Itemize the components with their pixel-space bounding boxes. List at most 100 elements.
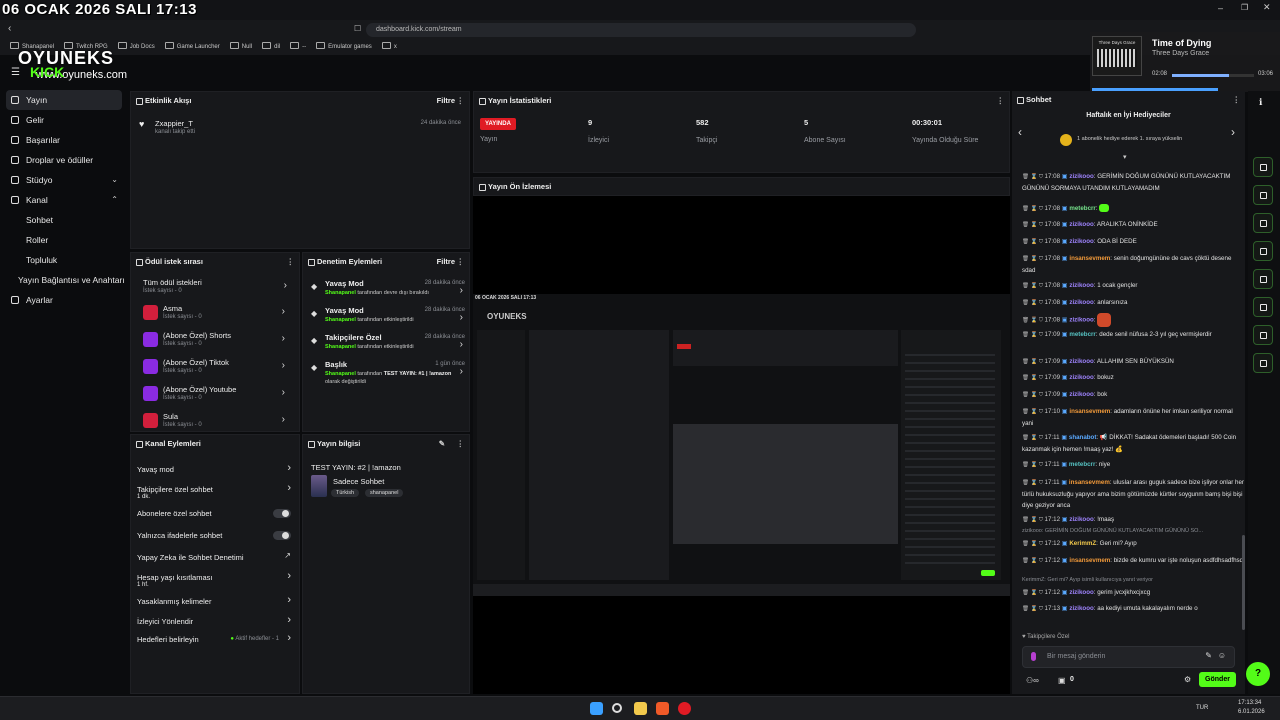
channel-action-row[interactable]: Yasaklanmış kelimeler › [131, 594, 299, 613]
minimize-icon[interactable]: – [1218, 3, 1223, 13]
channel-action-row[interactable]: İzleyici Yönlendir › [131, 614, 299, 633]
sidebar-item[interactable]: Kanal ⌃ [0, 190, 128, 210]
rail-button-3[interactable] [1253, 213, 1273, 233]
mod-tools-icon[interactable]: 🗑 ⌛ ⛉ [1022, 206, 1045, 212]
brave-icon[interactable] [656, 702, 669, 715]
message-user[interactable]: zizikooo [1069, 282, 1093, 289]
sidebar-item[interactable]: Droplar ve ödüller [0, 150, 128, 170]
sidebar-item[interactable]: Yayın Bağlantısı ve Anahtarı [0, 270, 128, 290]
message-user[interactable]: insansevmem [1069, 255, 1110, 262]
rail-button-5[interactable] [1253, 269, 1273, 289]
chat-message[interactable]: 🗑 ⌛ ⛉ 17:08 ▣ zizikooo: 1 ocak gençler [1022, 280, 1244, 292]
chat-message[interactable]: 🗑 ⌛ ⛉ 17:08 ▣ zizikooo: ARALIKTA ONİNKİD… [1022, 219, 1244, 231]
chat-message[interactable]: 🗑 ⌛ ⛉ 17:08 ▣ insansevmem: senin doğumgü… [1022, 253, 1244, 276]
mod-tools-icon[interactable]: 🗑 ⌛ ⛉ [1022, 239, 1045, 245]
clock-date[interactable]: 6.01.2026 [1238, 709, 1265, 715]
chat-message[interactable]: 🗑 ⌛ ⛉ 17:09 ▣ zizikooo: ALLAHIM SEN BÜYÜ… [1022, 356, 1244, 368]
stream-preview[interactable]: 06 OCAK 2026 SALI 17:13 OYUNEKS [473, 196, 1010, 694]
back-icon[interactable]: ‹ [8, 23, 11, 34]
mod-tools-icon[interactable]: 🗑 ⌛ ⛉ [1022, 541, 1045, 547]
info-icon[interactable]: ℹ [1259, 97, 1262, 108]
mod-tools-icon[interactable]: 🗑 ⌛ ⛉ [1022, 409, 1045, 415]
mod-tools-icon[interactable]: 🗑 ⌛ ⛉ [1022, 359, 1045, 365]
chevron-right-icon[interactable]: › [287, 594, 291, 606]
tag-1[interactable]: Türkish [331, 489, 360, 497]
opera-icon[interactable] [678, 702, 691, 715]
external-link-icon[interactable]: ↗ [284, 551, 291, 560]
chat-message[interactable]: 🗑 ⌛ ⛉ 17:08 ▣ zizikooo: ODA Bİ DEDE [1022, 236, 1244, 248]
chat-message[interactable]: 🗑 ⌛ ⛉ 17:08 ▣ zizikooo: GERİMİN DOĞUM GÜ… [1022, 171, 1244, 194]
tag-2[interactable]: shanapanel [365, 489, 404, 497]
mod-tools-icon[interactable]: 🗑 ⌛ ⛉ [1022, 517, 1045, 523]
mod-tools-icon[interactable]: 🗑 ⌛ ⛉ [1022, 558, 1045, 564]
toggle-switch[interactable] [273, 531, 291, 540]
maximize-icon[interactable]: ❐ [1241, 3, 1248, 12]
chat-message[interactable]: 🗑 ⌛ ⛉ 17:09 ▣ metebcrr: dede senil nüfus… [1022, 329, 1244, 341]
message-user[interactable]: zizikooo [1069, 221, 1093, 228]
chat-message[interactable]: 🗑 ⌛ ⛉ 17:09 ▣ zizikooo: bok [1022, 389, 1244, 401]
sidebar-item[interactable]: Stüdyo ⌄ [0, 170, 128, 190]
mod-tools-icon[interactable]: 🗑 ⌛ ⛉ [1022, 435, 1045, 441]
moderation-filter-button[interactable]: Filtre [437, 253, 455, 271]
sidebar-item[interactable]: Sohbet [0, 210, 128, 230]
moderation-actor[interactable]: Shanapanel [325, 371, 356, 377]
message-user[interactable]: metebcrr [1069, 461, 1095, 468]
message-user[interactable]: metebcrr [1069, 331, 1095, 338]
chevron-right-icon[interactable]: › [460, 339, 463, 350]
kick-logo[interactable]: KICK [30, 64, 64, 80]
sidebar-item[interactable]: Gelir [0, 110, 128, 130]
message-user[interactable]: zizikooo [1069, 605, 1093, 612]
language-indicator[interactable]: TUR [1196, 705, 1208, 711]
bookmark-item[interactable]: x [382, 40, 397, 55]
activity-filter-button[interactable]: Filtre [437, 92, 455, 110]
mod-tools-icon[interactable]: 🗑 ⌛ ⛉ [1022, 480, 1045, 486]
rail-button-2[interactable] [1253, 185, 1273, 205]
edit-icon[interactable]: ✎ [439, 435, 445, 453]
chat-message[interactable]: 🗑 ⌛ ⛉ 17:08 ▣ zizikooo: anlarsınıza [1022, 297, 1244, 309]
channel-action-row[interactable]: Hesap yaşı kısıtlaması 1 hf. › [131, 570, 299, 589]
sidebar-item[interactable]: Ayarlar [0, 290, 128, 310]
chat-message[interactable]: 🗑 ⌛ ⛉ 17:10 ▣ insansevmem: adamların önü… [1022, 406, 1244, 429]
reward-row[interactable]: Asma İstek sayısı - 0 › [137, 301, 293, 327]
rail-button-6[interactable] [1253, 297, 1273, 317]
message-user[interactable]: zizikooo [1069, 238, 1093, 245]
chat-settings-icon[interactable]: ⚙ [1184, 675, 1191, 684]
message-user[interactable]: KerimmZ [1069, 540, 1096, 547]
channel-action-row[interactable]: Abonelere özel sohbet [131, 507, 299, 525]
chat-message[interactable]: 🗑 ⌛ ⛉ 17:11 ▣ insansevmem: uluslar arası… [1022, 477, 1244, 511]
sidebar-item[interactable]: Yayın [6, 90, 122, 110]
reward-row[interactable]: (Abone Özel) Youtube İstek sayısı - 0 › [137, 382, 293, 408]
mod-tools-icon[interactable]: 🗑 ⌛ ⛉ [1022, 462, 1045, 468]
help-button[interactable]: ? [1246, 662, 1270, 686]
bookmark-item[interactable]: Game Launcher [165, 40, 220, 55]
message-user[interactable]: zizikooo [1069, 516, 1093, 523]
mod-tools-icon[interactable]: 🗑 ⌛ ⛉ [1022, 590, 1045, 596]
moderation-actor[interactable]: Shanapanel [325, 344, 356, 350]
more-icon[interactable]: ⋮ [457, 92, 465, 110]
more-icon[interactable]: ⋮ [1233, 91, 1241, 109]
preview-video-frame[interactable]: 06 OCAK 2026 SALI 17:13 OYUNEKS [473, 294, 1010, 596]
mod-tools-icon[interactable]: 🗑 ⌛ ⛉ [1022, 318, 1045, 324]
mod-tools-icon[interactable]: 🗑 ⌛ ⛉ [1022, 375, 1045, 381]
reward-row[interactable]: Sula İstek sayısı - 0 › [137, 409, 293, 435]
chevron-right-icon[interactable]: › [460, 312, 463, 323]
channel-action-row[interactable]: Yalnızca ifadelerle sohbet [131, 529, 299, 547]
chat-message[interactable]: 🗑 ⌛ ⛉ 17:12 ▣ KerimmZ: Geri mi? Ayıp [1022, 538, 1244, 550]
menu-icon[interactable]: ☰ [11, 67, 20, 78]
message-user[interactable]: shanabot [1069, 434, 1097, 441]
message-user[interactable]: zizikooo [1069, 374, 1093, 381]
chat-input[interactable]: Bir mesaj gönderin ✎ ☺ [1022, 646, 1235, 668]
chevron-right-icon[interactable]: › [287, 462, 291, 474]
message-user[interactable]: insansevmem [1069, 408, 1110, 415]
message-user[interactable]: metebcrr [1069, 205, 1095, 212]
message-user[interactable]: zizikooo [1069, 299, 1093, 306]
mod-tools-icon[interactable]: 🗑 ⌛ ⛉ [1022, 332, 1045, 338]
channel-action-row[interactable]: Takipçilere özel sohbet 1 dk. › [131, 482, 299, 501]
track-progress[interactable] [1172, 74, 1254, 77]
rail-button-4[interactable] [1253, 241, 1273, 261]
chevron-right-icon[interactable]: › [287, 614, 291, 626]
send-button[interactable]: Gönder [1199, 672, 1236, 687]
chat-message[interactable]: 🗑 ⌛ ⛉ 17:12 ▣ zizikooo: gerim jvcxjkhxcj… [1022, 587, 1244, 599]
message-user[interactable]: zizikooo [1069, 391, 1093, 398]
message-user[interactable]: zizikooo [1069, 173, 1093, 180]
